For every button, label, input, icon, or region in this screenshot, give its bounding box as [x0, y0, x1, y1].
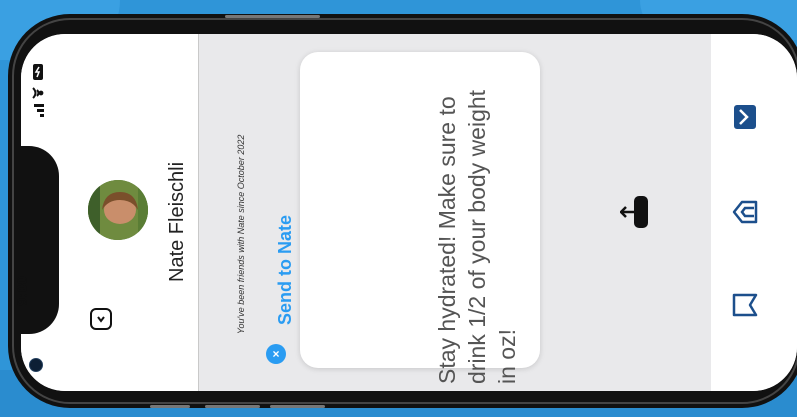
status-time: 9:00 [14, 275, 31, 306]
phone-side-button [150, 405, 190, 408]
avatar [88, 180, 148, 240]
phone-side-button [205, 405, 260, 408]
close-button[interactable]: × [266, 344, 286, 364]
battery-icon [33, 64, 43, 80]
back-tag-icon[interactable] [730, 197, 760, 227]
contact-name: Nate Fleischli [166, 161, 188, 282]
share-button[interactable] [620, 192, 650, 232]
bookmark-icon[interactable] [730, 290, 760, 320]
chevron-right-icon[interactable] [730, 102, 760, 132]
collapse-chevron-button[interactable] [90, 308, 112, 330]
phone-side-button [225, 15, 320, 18]
phone-side-button [270, 405, 325, 408]
chevron-down-icon [97, 316, 105, 323]
avatar-photo [88, 180, 148, 240]
front-camera [29, 358, 43, 372]
friends-since-text: You've been friends with Nate since Octo… [236, 134, 246, 334]
status-icons [32, 64, 44, 117]
send-to-nate-label: Send to Nate [275, 214, 295, 325]
share-exit-icon [620, 196, 648, 228]
wifi-icon [32, 87, 44, 99]
signal-icon [34, 104, 44, 117]
message-text: Stay hydrated! Make sure to drink 1/2 of… [434, 89, 520, 384]
